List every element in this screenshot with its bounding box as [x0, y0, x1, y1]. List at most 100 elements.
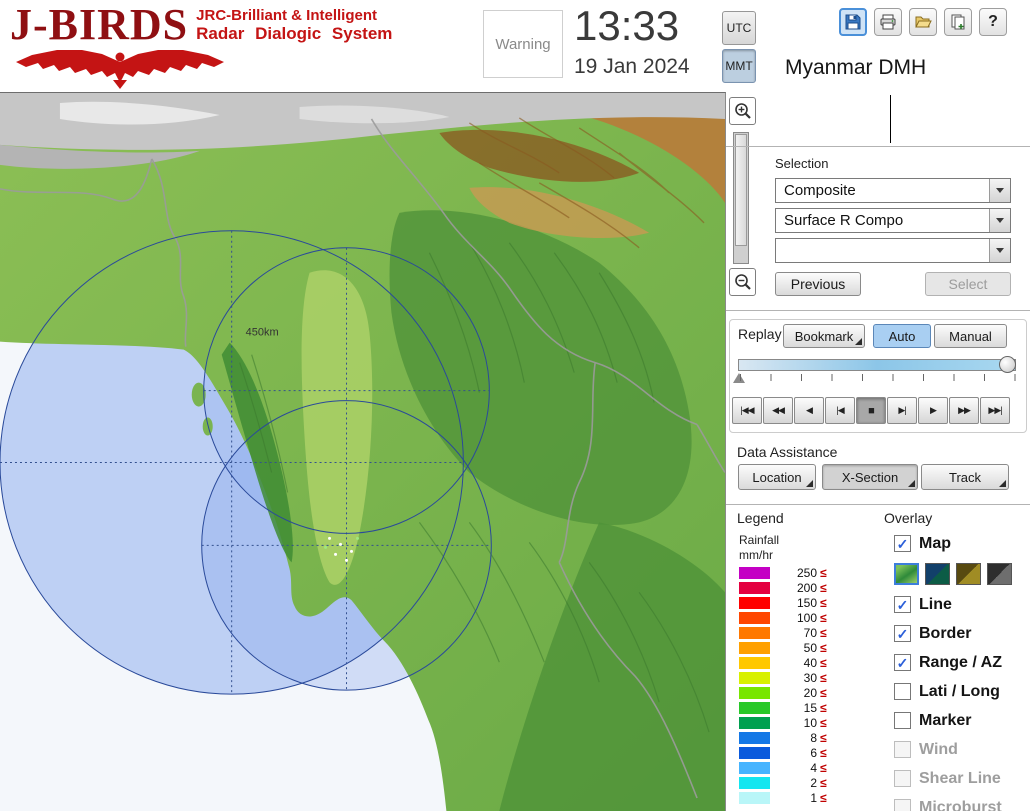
- mmt-button[interactable]: MMT: [722, 49, 756, 83]
- legend-le-symbol: ≤: [820, 565, 827, 580]
- legend-le-symbol: ≤: [820, 580, 827, 595]
- map-checkbox[interactable]: [894, 535, 911, 552]
- previous-button[interactable]: Previous: [775, 272, 861, 296]
- option-dropdown[interactable]: [775, 238, 1011, 263]
- separator: [726, 310, 1030, 311]
- warning-panel[interactable]: Warning: [483, 10, 563, 78]
- overlay-item-map: Map: [894, 529, 1030, 558]
- replay-slider-handle[interactable]: [999, 356, 1016, 373]
- overlay-label: Marker: [919, 711, 972, 729]
- skip-to-start-button[interactable]: |◀◀: [732, 397, 762, 424]
- export-button[interactable]: [944, 8, 972, 36]
- border-checkbox[interactable]: [894, 625, 911, 642]
- map-style-olive[interactable]: [956, 563, 981, 585]
- replay-slider-track[interactable]: [738, 359, 1016, 371]
- legend-row: 2 ≤: [739, 775, 827, 790]
- play-reverse-button[interactable]: ◀: [794, 397, 824, 424]
- overlay-label: Border: [919, 624, 972, 642]
- legend-le-symbol: ≤: [820, 640, 827, 655]
- legend-le-symbol: ≤: [820, 610, 827, 625]
- print-icon: [880, 14, 896, 30]
- zoom-in-button[interactable]: [729, 97, 756, 125]
- zoom-scrollbar-thumb[interactable]: [735, 134, 747, 246]
- chevron-down-icon[interactable]: [989, 239, 1010, 262]
- location-button[interactable]: Location: [738, 464, 816, 490]
- help-button[interactable]: ?: [979, 8, 1007, 36]
- range-az-checkbox[interactable]: [894, 654, 911, 671]
- select-button[interactable]: Select: [925, 272, 1011, 296]
- x-section-button[interactable]: X-Section: [822, 464, 918, 490]
- overlay-item-line: Line: [894, 590, 1030, 619]
- zoom-out-button[interactable]: [729, 268, 756, 296]
- stop-button[interactable]: ■: [856, 397, 886, 424]
- save-icon: [845, 14, 861, 30]
- legend-le-symbol: ≤: [820, 700, 827, 715]
- replay-mode-auto-button[interactable]: Auto: [873, 324, 931, 348]
- product-dropdown[interactable]: Surface R Compo: [775, 208, 1011, 233]
- warning-label: Warning: [495, 35, 551, 53]
- step-forward-button[interactable]: ▶|: [887, 397, 917, 424]
- legend-value: 8: [810, 730, 817, 745]
- step-back-button[interactable]: |◀: [825, 397, 855, 424]
- overlay-checkbox-list: Map Line Border Range / AZ Lati / Long Marker…: [894, 529, 1030, 811]
- legend-row: 8 ≤: [739, 730, 827, 745]
- legend-color-swatch: [739, 746, 770, 759]
- overlay-label: Map: [919, 534, 951, 552]
- legend-color-swatch: [739, 701, 770, 714]
- legend-value: 30: [803, 670, 817, 685]
- map-style-terrain[interactable]: [894, 563, 919, 585]
- legend-row: 4 ≤: [739, 760, 827, 775]
- skip-to-end-button[interactable]: ▶▶|: [980, 397, 1010, 424]
- play-button[interactable]: ▶: [918, 397, 948, 424]
- legend-le-symbol: ≤: [820, 730, 827, 745]
- overlay-item-border: Border: [894, 619, 1030, 648]
- legend-row: 70 ≤: [739, 625, 827, 640]
- legend-color-swatch: [739, 656, 770, 669]
- replay-mode-manual-button[interactable]: Manual: [934, 324, 1007, 348]
- overlay-label: Wind: [919, 740, 958, 758]
- legend-unit-line2: mm/hr: [739, 548, 773, 562]
- fast-forward-button[interactable]: ▶▶: [949, 397, 979, 424]
- chevron-down-icon[interactable]: [989, 209, 1010, 232]
- overlay-item-wind: Wind: [894, 735, 1030, 764]
- legend-le-symbol: ≤: [820, 745, 827, 760]
- marker-checkbox[interactable]: [894, 712, 911, 729]
- clock-date: 19 Jan 2024: [574, 55, 690, 78]
- map-style-dark-blue[interactable]: [925, 563, 950, 585]
- open-folder-button[interactable]: [909, 8, 937, 36]
- save-button[interactable]: [839, 8, 867, 36]
- replay-mode-bookmark-button[interactable]: Bookmark: [783, 324, 865, 348]
- legend-color-swatch: [739, 761, 770, 774]
- overlay-item-microburst: Microburst: [894, 793, 1030, 811]
- print-button[interactable]: [874, 8, 902, 36]
- legend-le-symbol: ≤: [820, 715, 827, 730]
- legend-le-symbol: ≤: [820, 625, 827, 640]
- overlay-item-shear-line: Shear Line: [894, 764, 1030, 793]
- rainfall-legend: 250 ≤200 ≤150 ≤100 ≤70 ≤50 ≤40 ≤30 ≤20 ≤15 ≤10 ≤8 ≤6…: [739, 565, 827, 805]
- utc-button[interactable]: UTC: [722, 11, 756, 45]
- line-checkbox[interactable]: [894, 596, 911, 613]
- overlay-item-range-az: Range / AZ: [894, 648, 1030, 677]
- track-button[interactable]: Track: [921, 464, 1009, 490]
- magnifier-plus-icon: [734, 103, 751, 119]
- zoom-scrollbar[interactable]: [733, 132, 749, 264]
- jbirds-app: J-BIRDS JRC-Brilliant & Intelligent Rada…: [0, 0, 1030, 811]
- legend-row: 250 ≤: [739, 565, 827, 580]
- fast-rewind-button[interactable]: ◀◀: [763, 397, 793, 424]
- legend-value: 40: [803, 655, 817, 670]
- legend-le-symbol: ≤: [820, 775, 827, 790]
- overlay-label: Lati / Long: [919, 682, 1000, 700]
- legend-value: 50: [803, 640, 817, 655]
- legend-row: 150 ≤: [739, 595, 827, 610]
- map-canvas[interactable]: 450km: [0, 92, 726, 811]
- legend-le-symbol: ≤: [820, 760, 827, 775]
- legend-row: 6 ≤: [739, 745, 827, 760]
- chevron-down-icon[interactable]: [989, 179, 1010, 202]
- composite-dropdown[interactable]: Composite: [775, 178, 1011, 203]
- lati-long-checkbox[interactable]: [894, 683, 911, 700]
- legend-row: 30 ≤: [739, 670, 827, 685]
- legend-value: 200: [796, 580, 817, 595]
- eagle-logo-icon: [16, 50, 224, 89]
- map-style-dark-gray[interactable]: [987, 563, 1012, 585]
- replay-label: Replay: [736, 326, 784, 342]
